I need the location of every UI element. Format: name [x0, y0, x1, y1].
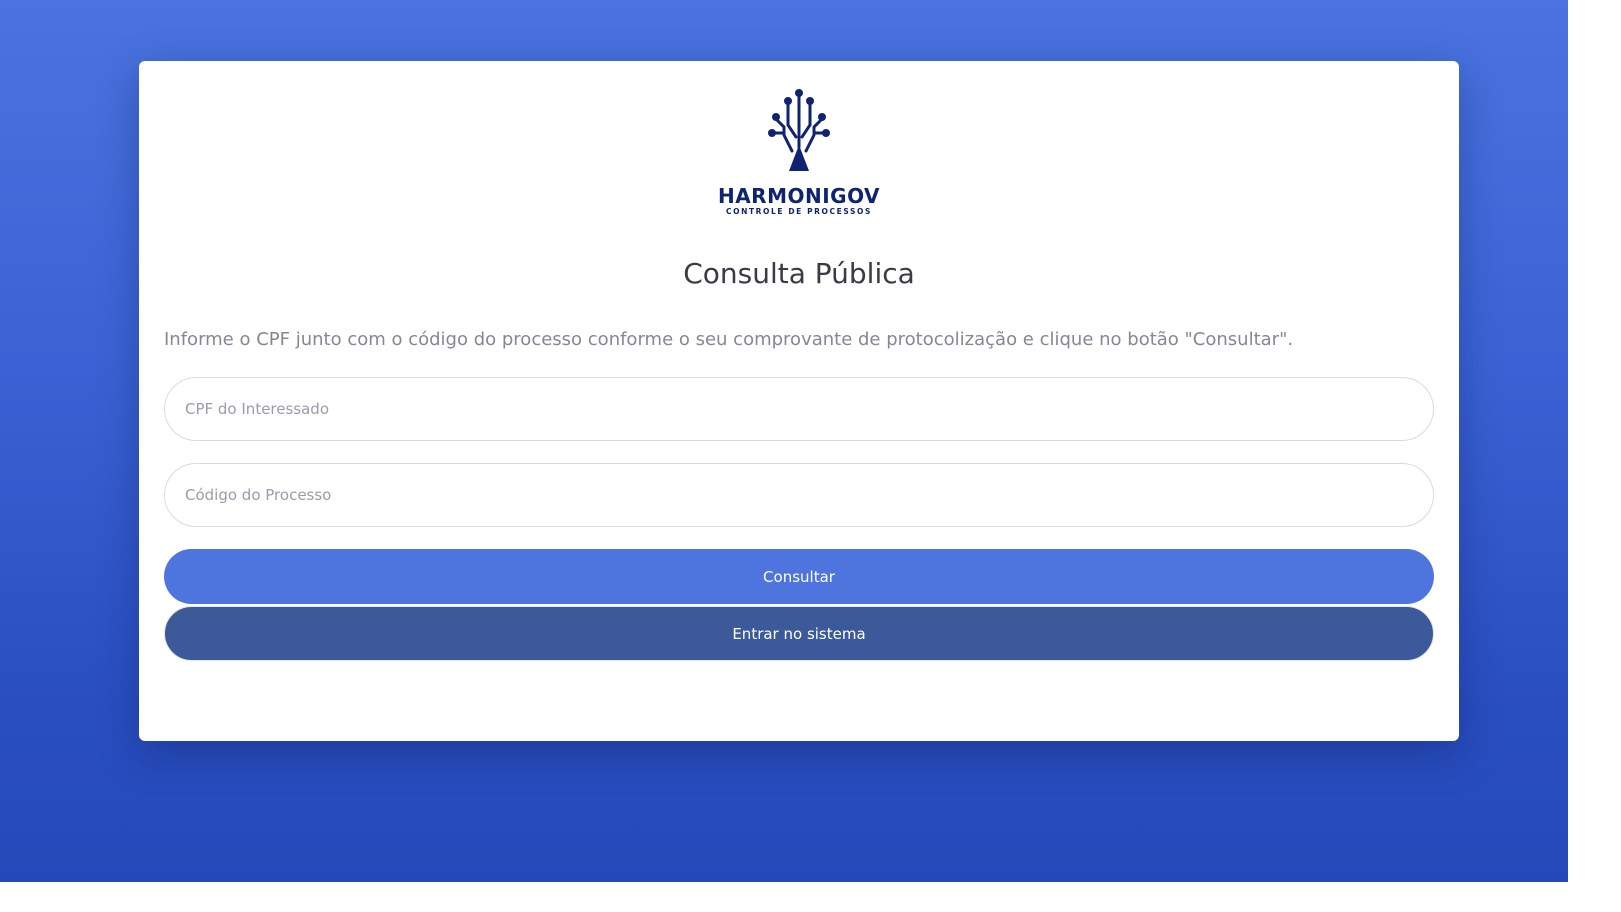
circuit-tree-icon [768, 89, 830, 171]
page-title: Consulta Pública [683, 257, 915, 290]
cpf-input[interactable] [164, 377, 1434, 441]
page-margin-bottom [0, 882, 1621, 912]
logo-name: HARMONIGOV [717, 184, 881, 208]
page-margin-right [1568, 0, 1621, 912]
codigo-processo-input[interactable] [164, 463, 1434, 527]
consulta-card: HARMONIGOV CONTROLE DE PROCESSOS Consult… [139, 61, 1459, 741]
harmonigov-logo: HARMONIGOV CONTROLE DE PROCESSOS [714, 85, 884, 220]
consultar-button[interactable]: Consultar [164, 549, 1434, 604]
logo-tagline: CONTROLE DE PROCESSOS [725, 207, 872, 216]
instructions-text: Informe o CPF junto com o código do proc… [164, 329, 1294, 350]
entrar-no-sistema-button[interactable]: Entrar no sistema [164, 606, 1434, 661]
